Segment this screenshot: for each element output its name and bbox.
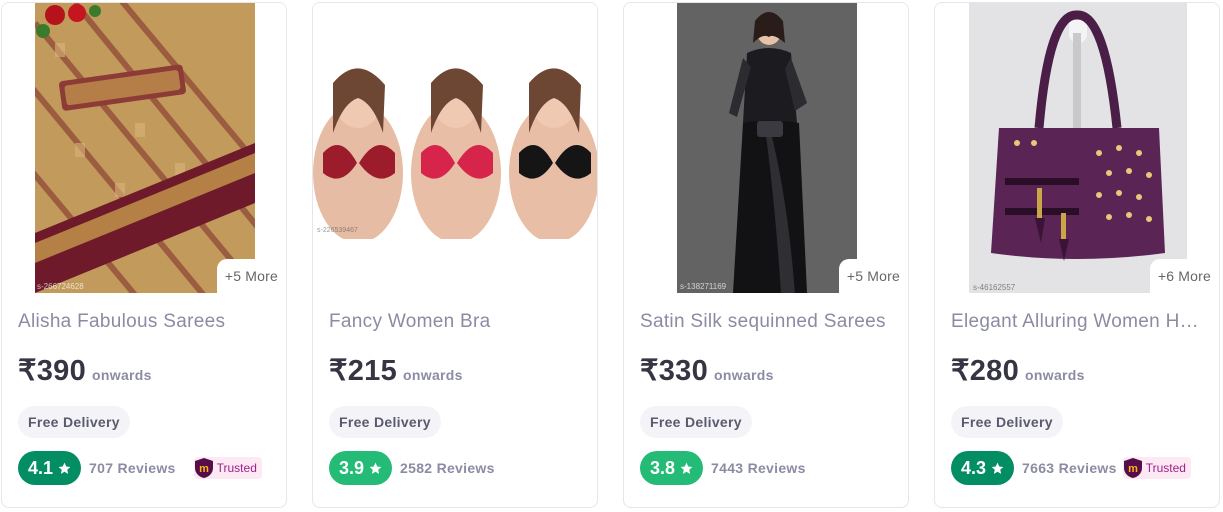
product-image[interactable]: s-226539467	[313, 3, 597, 293]
product-card[interactable]: s-266724628 +5 More Alisha Fabulous Sare…	[1, 2, 287, 508]
trusted-badge: m Trusted	[193, 457, 262, 479]
svg-text:m: m	[1128, 463, 1138, 475]
star-icon	[680, 462, 693, 474]
free-delivery-tag: Free Delivery	[329, 406, 441, 438]
handbag-photo: s-46162557	[969, 3, 1187, 293]
meesho-shield-icon: m	[194, 458, 213, 478]
product-price: ₹215	[329, 355, 398, 387]
trusted-badge: m Trusted	[1122, 457, 1191, 479]
svg-text:s-46162557: s-46162557	[973, 283, 1016, 292]
product-price: ₹280	[951, 355, 1020, 387]
rating-value: 4.1	[28, 457, 54, 478]
saree-photo: s-266724628	[35, 3, 255, 293]
more-variants-badge[interactable]: +5 More	[838, 259, 908, 293]
price-row: ₹390 onwards	[18, 353, 152, 388]
product-grid: s-266724628 +5 More Alisha Fabulous Sare…	[0, 0, 1223, 512]
review-count: 707 Reviews	[89, 460, 176, 476]
price-suffix: onwards	[714, 367, 774, 383]
product-price: ₹330	[640, 355, 709, 387]
product-image[interactable]: s-46162557 +6 More	[935, 3, 1219, 293]
rating-badge: 3.9	[329, 451, 393, 485]
price-suffix: onwards	[92, 367, 152, 383]
product-price: ₹390	[18, 355, 87, 387]
rating-value: 4.3	[961, 457, 987, 478]
more-variants-badge[interactable]: +6 More	[1149, 259, 1219, 293]
trusted-label: Trusted	[1145, 461, 1186, 475]
product-title[interactable]: Satin Silk sequinned Sarees	[640, 311, 896, 333]
rating-badge: 3.8	[640, 451, 704, 485]
price-row: ₹215 onwards	[329, 353, 463, 388]
product-image[interactable]: s-138271169 +5 More	[624, 3, 908, 293]
rating-value: 3.8	[650, 457, 676, 478]
free-delivery-tag: Free Delivery	[951, 406, 1063, 438]
svg-text:s-266724628: s-266724628	[37, 282, 84, 291]
product-card[interactable]: s-226539467 Fancy Women Bra ₹215 onwards…	[312, 2, 598, 508]
review-count: 7663 Reviews	[1022, 460, 1117, 476]
product-title[interactable]: Fancy Women Bra	[329, 311, 585, 333]
price-suffix: onwards	[403, 367, 463, 383]
bra-photo: s-226539467	[313, 3, 597, 293]
free-delivery-tag: Free Delivery	[18, 406, 130, 438]
price-row: ₹330 onwards	[640, 353, 774, 388]
free-delivery-tag: Free Delivery	[640, 406, 752, 438]
product-title[interactable]: Alisha Fabulous Sarees	[18, 311, 274, 333]
rating-row: 3.8 7443 Reviews	[640, 451, 806, 485]
rating-badge: 4.1	[18, 451, 82, 485]
review-count: 7443 Reviews	[711, 460, 806, 476]
rating-row: 4.3 7663 Reviews m Trusted	[951, 451, 1191, 485]
star-icon	[58, 462, 71, 474]
rating-row: 3.9 2582 Reviews	[329, 451, 495, 485]
satin-saree-photo: s-138271169	[677, 3, 857, 293]
svg-text:s-226539467: s-226539467	[317, 227, 358, 234]
more-variants-badge[interactable]: +5 More	[216, 259, 286, 293]
star-icon	[369, 462, 382, 474]
svg-text:m: m	[199, 463, 209, 475]
rating-row: 4.1 707 Reviews m Trusted	[18, 451, 262, 485]
svg-text:s-138271169: s-138271169	[680, 282, 727, 291]
rating-value: 3.9	[339, 457, 365, 478]
meesho-shield-icon: m	[1123, 458, 1142, 478]
price-suffix: onwards	[1025, 367, 1085, 383]
star-icon	[991, 462, 1004, 474]
product-card[interactable]: s-46162557 +6 More Elegant Alluring Wome…	[934, 2, 1220, 508]
product-image[interactable]: s-266724628 +5 More	[2, 3, 286, 293]
trusted-label: Trusted	[216, 461, 257, 475]
rating-badge: 4.3	[951, 451, 1015, 485]
review-count: 2582 Reviews	[400, 460, 495, 476]
product-card[interactable]: s-138271169 +5 More Satin Silk sequinned…	[623, 2, 909, 508]
price-row: ₹280 onwards	[951, 353, 1085, 388]
product-title[interactable]: Elegant Alluring Women Handbags	[951, 311, 1207, 333]
